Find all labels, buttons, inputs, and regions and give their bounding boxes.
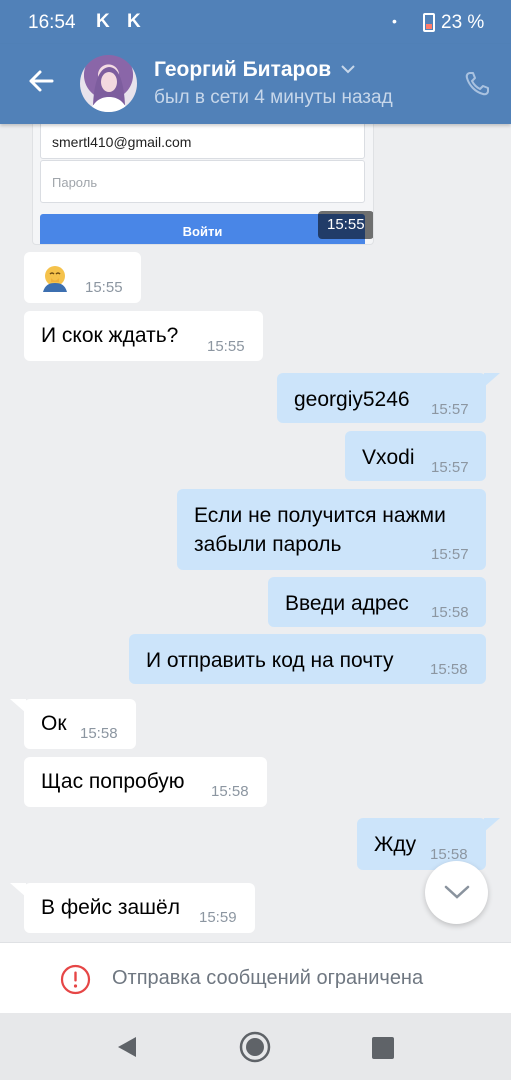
message-time: 15:58 [211,783,249,800]
message-text: Ок [41,712,67,735]
system-navigation-bar [0,1013,511,1080]
message-text: georgiy5246 [294,388,410,411]
message-bubble-outgoing[interactable]: Если не получится нажми забыли пароль 15… [177,489,486,570]
status-dot: • [392,13,397,29]
message-bubble-outgoing[interactable]: georgiy5246 15:57 [277,373,486,423]
message-time: 15:55 [318,211,373,239]
warning-circle-icon [60,964,91,995]
status-time: 16:54 [28,12,76,33]
nav-back-icon[interactable] [116,1035,138,1059]
message-text: И отправить код на почту [146,649,394,672]
attachment-password-field: Пароль [40,160,365,203]
message-time: 15:57 [431,401,469,418]
message-text-line: Если не получится нажми [194,504,446,527]
notification-k-icon: K [96,11,110,32]
messaging-restricted-banner: Отправка сообщений ограничена [0,942,511,1013]
phone-icon[interactable] [463,70,491,98]
message-text: И скок ждать? [41,324,179,347]
battery-percent: 23 % [441,12,485,33]
nav-home-icon[interactable] [239,1031,271,1063]
status-bar: 16:54 K K • 23 % [0,0,511,44]
screenshot-attachment[interactable]: smertl410@gmail.com Пароль Войти 15:55 [32,112,374,245]
message-time: 15:59 [199,909,237,926]
message-text: Щас попробую [41,770,185,793]
message-time: 15:58 [80,725,118,742]
message-text-line: забыли пароль [194,533,342,556]
chevron-down-icon[interactable] [340,63,356,75]
avatar[interactable] [80,55,137,112]
message-bubble-incoming[interactable]: В фейс зашёл 15:59 [24,883,255,933]
face-with-hand-over-mouth-emoji [43,266,67,292]
nav-recents-icon[interactable] [372,1037,394,1059]
message-time: 15:57 [431,459,469,476]
attachment-login-button: Войти [40,214,365,244]
bubble-tail [484,373,500,387]
bubble-tail [484,818,500,832]
message-time: 15:58 [430,661,468,678]
message-bubble-incoming[interactable]: Щас попробую 15:58 [24,757,267,807]
message-time: 15:55 [207,338,245,355]
chat-header: Георгий Битаров был в сети 4 минуты наза… [0,44,511,124]
message-bubble-incoming[interactable]: 15:55 [24,252,141,303]
message-text: В фейс зашёл [41,896,180,919]
message-bubble-outgoing[interactable]: Введи адрес 15:58 [268,577,486,627]
message-text: Жду [374,833,417,856]
chevron-down-icon [444,885,470,899]
battery-icon [423,13,435,32]
message-bubble-outgoing[interactable]: И отправить код на почту 15:58 [129,634,486,684]
last-seen-status: был в сети 4 минуты назад [154,87,393,108]
message-bubble-incoming[interactable]: Ок 15:58 [24,699,136,749]
scroll-to-bottom-button[interactable] [425,861,488,924]
contact-name[interactable]: Георгий Битаров [154,58,331,82]
attachment-email-field: smertl410@gmail.com [40,121,365,159]
message-bubble-incoming[interactable]: И скок ждать? 15:55 [24,311,263,361]
message-time: 15:55 [85,279,123,296]
notification-k-icon: K [127,11,141,32]
back-arrow-icon[interactable] [26,66,56,96]
message-time: 15:57 [431,546,469,563]
message-text: Введи адрес [285,592,409,615]
message-time: 15:58 [430,846,468,863]
message-text: Vxodi [362,446,415,469]
message-bubble-outgoing[interactable]: Vxodi 15:57 [345,431,486,481]
restriction-text: Отправка сообщений ограничена [112,967,424,989]
message-time: 15:58 [431,604,469,621]
